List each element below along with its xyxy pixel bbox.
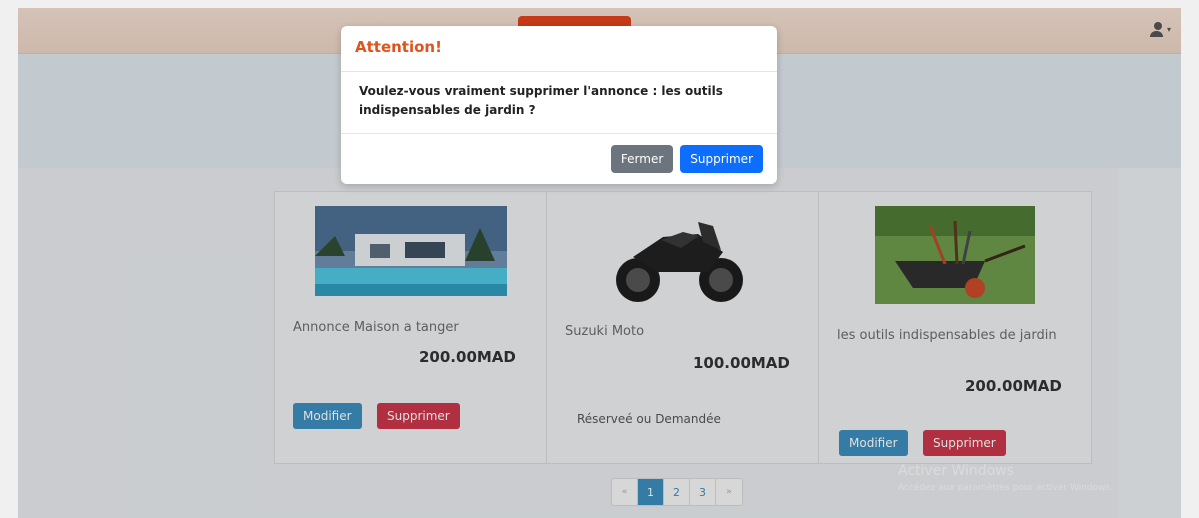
- close-button[interactable]: Fermer: [610, 145, 674, 173]
- confirm-delete-button[interactable]: Supprimer: [680, 145, 763, 173]
- modal-header: Attention!: [341, 26, 777, 72]
- modal-message: Voulez-vous vraiment supprimer l'annonce…: [341, 72, 777, 134]
- confirm-delete-modal: Attention! Voulez-vous vraiment supprime…: [341, 26, 777, 184]
- modal-title: Attention!: [355, 38, 442, 56]
- modal-footer: Fermer Supprimer: [341, 134, 777, 184]
